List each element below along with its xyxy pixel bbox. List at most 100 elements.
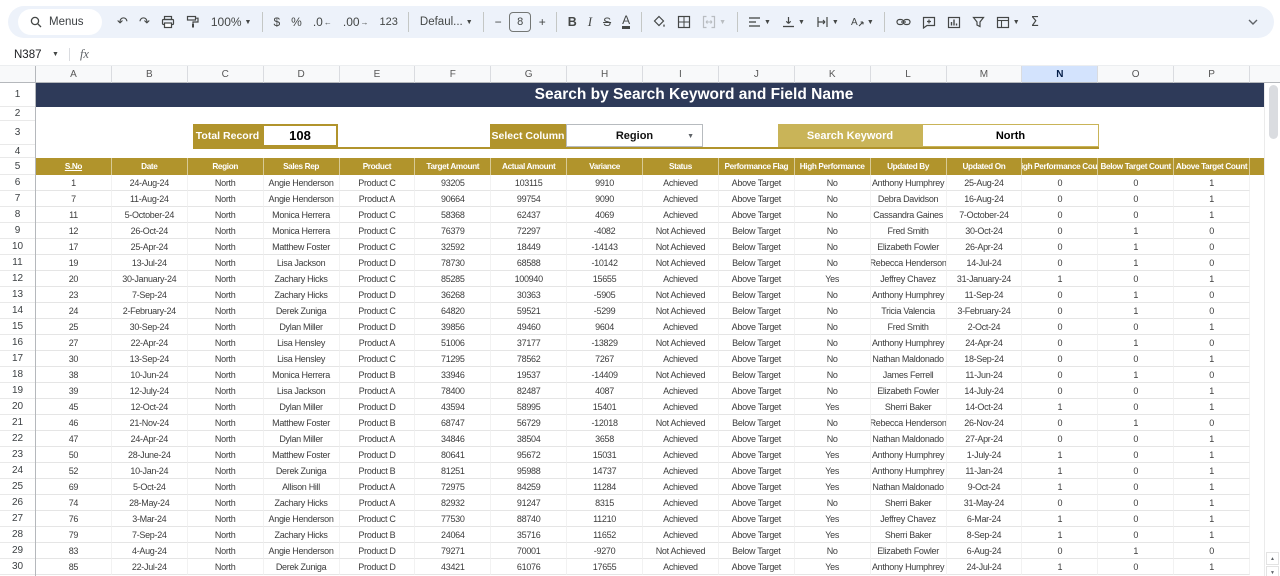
table-cell[interactable]: 0 bbox=[1098, 271, 1174, 287]
table-cell[interactable]: No bbox=[795, 335, 871, 351]
table-cell[interactable]: Below Target bbox=[719, 239, 795, 255]
table-cell[interactable]: 85 bbox=[36, 559, 112, 575]
table-cell[interactable]: 79271 bbox=[415, 543, 491, 559]
table-cell[interactable]: Not Achieved bbox=[643, 303, 719, 319]
table-cell[interactable]: -14409 bbox=[567, 367, 643, 383]
table-cell[interactable]: Above Target bbox=[719, 463, 795, 479]
table-cell[interactable]: 82487 bbox=[491, 383, 567, 399]
table-cell[interactable]: 82932 bbox=[415, 495, 491, 511]
table-cell[interactable]: No bbox=[795, 415, 871, 431]
table-cell[interactable]: 1 bbox=[1022, 559, 1098, 575]
table-cell[interactable]: Anthony Humphrey bbox=[871, 559, 947, 575]
table-cell[interactable]: 30 bbox=[36, 351, 112, 367]
redo-button[interactable]: ↷ bbox=[133, 9, 155, 35]
table-cell[interactable]: 15655 bbox=[567, 271, 643, 287]
table-column-header[interactable]: S.No bbox=[36, 158, 112, 175]
table-cell[interactable]: 30-January-24 bbox=[112, 271, 188, 287]
table-cell[interactable]: Achieved bbox=[643, 207, 719, 223]
table-cell[interactable]: Rebecca Henderson bbox=[871, 415, 947, 431]
table-cell[interactable]: No bbox=[795, 255, 871, 271]
table-cell[interactable]: No bbox=[795, 367, 871, 383]
table-cell[interactable]: Lisa Hensley bbox=[264, 335, 340, 351]
row-header-8[interactable]: 8 bbox=[0, 207, 35, 223]
table-column-header[interactable]: Product bbox=[340, 158, 416, 175]
row-header-13[interactable]: 13 bbox=[0, 287, 35, 303]
row-header-15[interactable]: 15 bbox=[0, 319, 35, 335]
borders-button[interactable] bbox=[672, 9, 697, 35]
table-cell[interactable]: 69 bbox=[36, 479, 112, 495]
table-column-header[interactable]: Above Target Count bbox=[1174, 158, 1250, 175]
table-cell[interactable]: 62437 bbox=[491, 207, 567, 223]
table-cell[interactable]: 1 bbox=[1022, 479, 1098, 495]
table-cell[interactable]: Jeffrey Chavez bbox=[871, 511, 947, 527]
table-column-header[interactable]: High Performance Count bbox=[1022, 158, 1098, 175]
table-column-header[interactable]: Below Target Count bbox=[1098, 158, 1174, 175]
table-cell[interactable]: 24064 bbox=[415, 527, 491, 543]
table-cell[interactable]: -4082 bbox=[567, 223, 643, 239]
table-cell[interactable]: 0 bbox=[1098, 175, 1174, 191]
table-cell[interactable]: North bbox=[188, 175, 264, 191]
table-cell[interactable]: 25 bbox=[36, 319, 112, 335]
table-cell[interactable]: 1 bbox=[1174, 511, 1250, 527]
table-cell[interactable]: 7267 bbox=[567, 351, 643, 367]
table-cell[interactable]: Product C bbox=[340, 223, 416, 239]
table-cell[interactable]: 0 bbox=[1022, 239, 1098, 255]
table-cell[interactable]: 14737 bbox=[567, 463, 643, 479]
table-cell[interactable]: Dylan Miller bbox=[264, 399, 340, 415]
table-cell[interactable]: 0 bbox=[1022, 495, 1098, 511]
table-cell[interactable]: Product D bbox=[340, 543, 416, 559]
table-column-header[interactable]: High Performance bbox=[795, 158, 871, 175]
table-cell[interactable]: 0 bbox=[1098, 479, 1174, 495]
row-header-1[interactable]: 1 bbox=[0, 83, 35, 107]
column-header-P[interactable]: P bbox=[1174, 66, 1250, 83]
table-cell[interactable]: 1 bbox=[1022, 527, 1098, 543]
table-cell[interactable]: 2-February-24 bbox=[112, 303, 188, 319]
table-cell[interactable]: 46 bbox=[36, 415, 112, 431]
table-cell[interactable]: 61076 bbox=[491, 559, 567, 575]
table-cell[interactable]: Lisa Hensley bbox=[264, 351, 340, 367]
table-cell[interactable]: Yes bbox=[795, 463, 871, 479]
table-cell[interactable]: 11284 bbox=[567, 479, 643, 495]
table-cell[interactable]: No bbox=[795, 543, 871, 559]
table-cell[interactable]: 0 bbox=[1098, 191, 1174, 207]
table-cell[interactable]: Below Target bbox=[719, 223, 795, 239]
table-cell[interactable]: Product C bbox=[340, 271, 416, 287]
row-header-17[interactable]: 17 bbox=[0, 351, 35, 367]
row-header-7[interactable]: 7 bbox=[0, 191, 35, 207]
table-cell[interactable]: 8315 bbox=[567, 495, 643, 511]
table-cell[interactable]: No bbox=[795, 495, 871, 511]
table-cell[interactable]: 24-Aug-24 bbox=[112, 175, 188, 191]
table-cell[interactable]: Nathan Maldonado bbox=[871, 479, 947, 495]
table-cell[interactable]: 39 bbox=[36, 383, 112, 399]
table-cell[interactable]: 1 bbox=[1098, 287, 1174, 303]
table-cell[interactable]: 15031 bbox=[567, 447, 643, 463]
table-cell[interactable]: 64820 bbox=[415, 303, 491, 319]
table-cell[interactable]: Product A bbox=[340, 431, 416, 447]
fill-color-button[interactable] bbox=[647, 9, 672, 35]
text-color-button[interactable]: A bbox=[617, 9, 636, 35]
table-cell[interactable]: 22-Jul-24 bbox=[112, 559, 188, 575]
table-cell[interactable]: 1 bbox=[1022, 447, 1098, 463]
table-cell[interactable]: 58368 bbox=[415, 207, 491, 223]
table-cell[interactable]: Monica Herrera bbox=[264, 367, 340, 383]
table-cell[interactable]: 37177 bbox=[491, 335, 567, 351]
table-cell[interactable]: North bbox=[188, 223, 264, 239]
table-cell[interactable]: Achieved bbox=[643, 431, 719, 447]
table-cell[interactable]: 78730 bbox=[415, 255, 491, 271]
table-cell[interactable]: 1 bbox=[1022, 463, 1098, 479]
table-cell[interactable]: 1 bbox=[1174, 271, 1250, 287]
table-cell[interactable]: No bbox=[795, 223, 871, 239]
chevron-down-icon[interactable]: ▼ bbox=[52, 51, 59, 58]
table-cell[interactable]: 1 bbox=[1174, 383, 1250, 399]
table-cell[interactable]: North bbox=[188, 239, 264, 255]
table-cell[interactable]: Product A bbox=[340, 191, 416, 207]
strikethrough-button[interactable]: S bbox=[598, 9, 617, 35]
table-cell[interactable]: 1 bbox=[36, 175, 112, 191]
table-cell[interactable]: 1 bbox=[1022, 511, 1098, 527]
table-cell[interactable]: 31-January-24 bbox=[947, 271, 1023, 287]
table-cell[interactable]: 11-Jan-24 bbox=[947, 463, 1023, 479]
table-cell[interactable]: 2-Oct-24 bbox=[947, 319, 1023, 335]
table-cell[interactable]: No bbox=[795, 303, 871, 319]
table-cell[interactable]: Above Target bbox=[719, 511, 795, 527]
table-cell[interactable]: Derek Zuniga bbox=[264, 559, 340, 575]
